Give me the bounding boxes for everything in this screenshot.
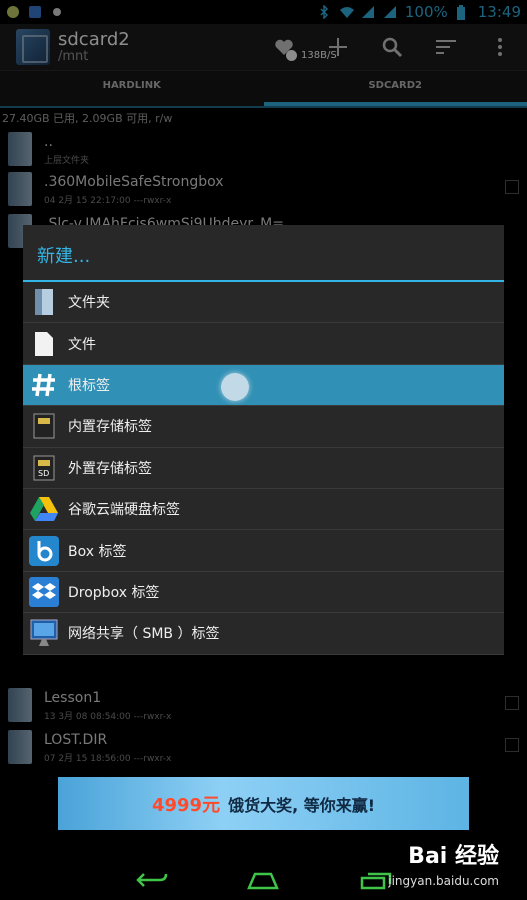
menu-item-label: 文件夹 (68, 295, 110, 312)
menu-item-label: 网络共享（ SMB ）标签 (68, 626, 220, 643)
menu-item-label: 根标签 (68, 377, 110, 394)
home-button[interactable] (247, 870, 279, 890)
folder-icon (29, 287, 59, 317)
hash-icon (29, 370, 59, 400)
menu-item-label: 谷歌云端硬盘标签 (68, 502, 180, 519)
watermark-url: jingyan.baidu.com (388, 873, 499, 888)
watermark-brand: Bai 经验 (408, 844, 499, 869)
ad-text: 饿货大奖, 等你来赢! (228, 795, 376, 815)
box-icon (29, 535, 59, 566)
menu-item-google-drive[interactable]: 谷歌云端硬盘标签 (23, 489, 504, 531)
menu-item-box[interactable]: Box 标签 (23, 530, 504, 572)
menu-item-file[interactable]: 文件 (23, 323, 504, 365)
menu-item-root-tag[interactable]: 根标签 (23, 364, 504, 407)
menu-item-external-storage[interactable]: SD 外置存储标签 (23, 448, 504, 489)
dropbox-icon (29, 576, 59, 607)
menu-item-label: 外置存储标签 (68, 460, 152, 477)
sd-card-icon: SD (29, 453, 59, 483)
menu-item-label: Dropbox 标签 (68, 584, 160, 601)
touch-indicator (221, 372, 249, 401)
menu-item-folder[interactable]: 文件夹 (23, 282, 504, 324)
svg-text:SD: SD (38, 469, 49, 478)
watermark: Bai 经验 jingyan.baidu.com (388, 842, 499, 890)
menu-item-label: 文件 (68, 336, 96, 353)
ad-price: 4999元 (151, 794, 221, 816)
menu-item-network-share[interactable]: 网络共享（ SMB ）标签 (23, 613, 504, 655)
back-icon (136, 873, 168, 887)
internal-storage-icon (29, 411, 59, 441)
menu-item-internal-storage[interactable]: 内置存储标签 (23, 406, 504, 448)
network-icon (29, 618, 59, 648)
dialog-title: 新建... (23, 225, 504, 282)
google-drive-icon (29, 494, 59, 524)
menu-item-label: 内置存储标签 (68, 419, 152, 436)
menu-item-label: Box 标签 (68, 543, 127, 560)
ad-banner[interactable]: 4999元 饿货大奖, 等你来赢! (58, 777, 469, 830)
new-item-dialog: 新建... 文件夹 文件 根标签 内置存储标签 SD 外置存储标签 谷歌云端硬盘… (23, 225, 504, 655)
menu-item-dropbox[interactable]: Dropbox 标签 (23, 572, 504, 614)
file-icon (29, 329, 59, 359)
back-button[interactable] (136, 870, 168, 890)
home-icon (247, 872, 279, 890)
